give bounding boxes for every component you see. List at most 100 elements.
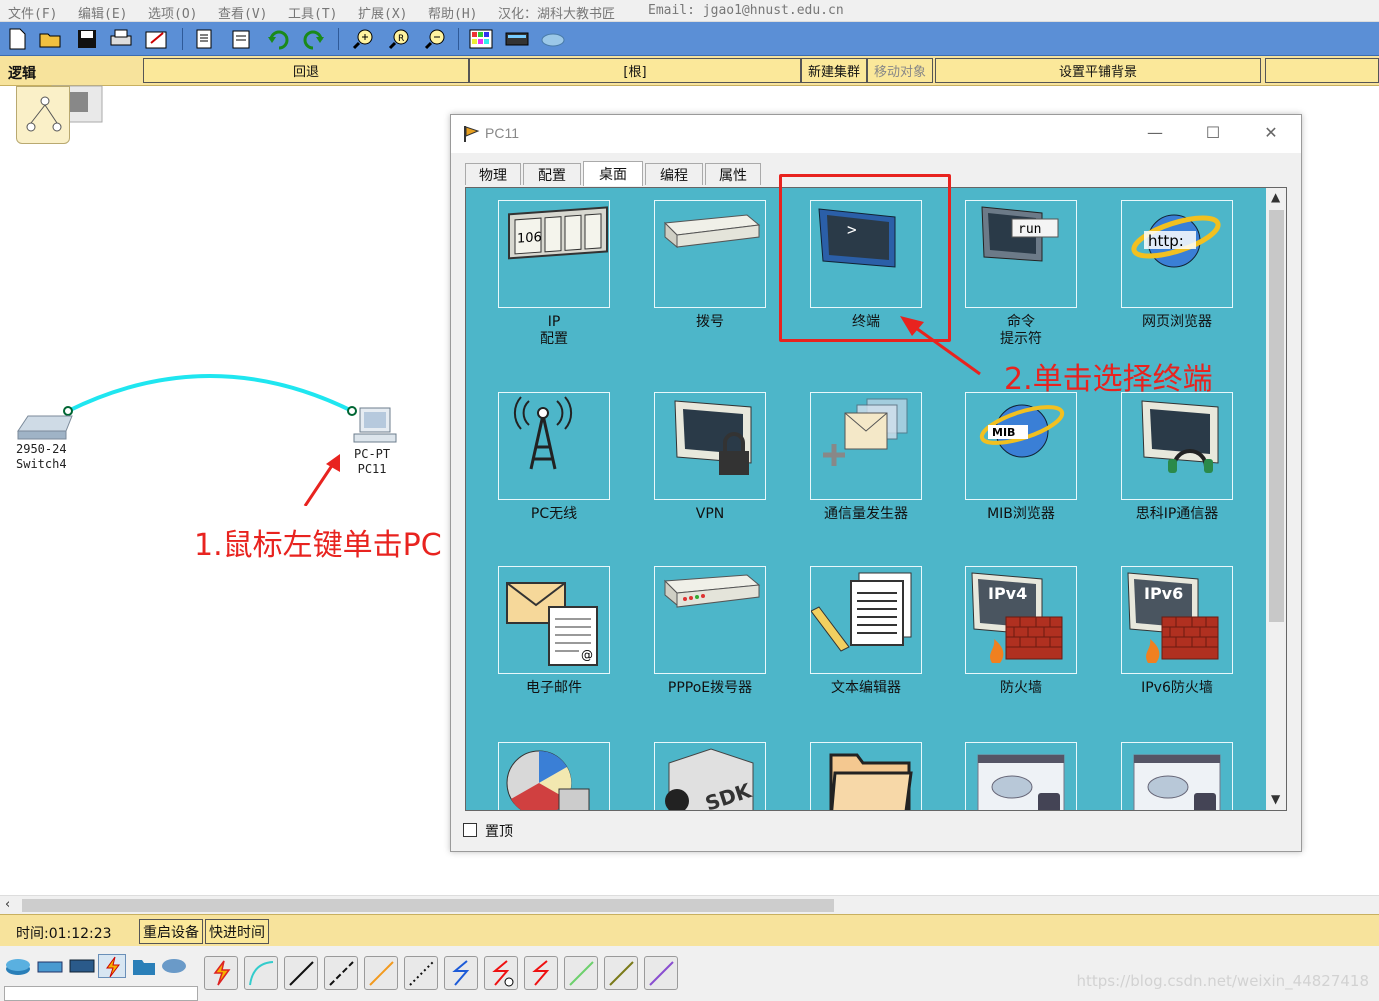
menu-localization-credit: 汉化：湖科大教书匠	[498, 7, 616, 22]
horizontal-scroll-thumb[interactable]	[22, 899, 834, 912]
end-devices-category-icon[interactable]	[130, 954, 158, 978]
tab-desktop[interactable]: 桌面	[583, 161, 643, 186]
zoom-reset-icon[interactable]: R	[386, 26, 412, 52]
connections-category-icon[interactable]	[98, 954, 126, 978]
window-titlebar[interactable]: PC11 — ☐ ✕	[451, 115, 1301, 153]
serial-dce-cable-icon[interactable]	[484, 956, 518, 990]
app-label: 拨号	[696, 314, 724, 330]
svg-text:MIB: MIB	[992, 426, 1015, 439]
device-type-list[interactable]	[4, 986, 198, 1001]
navigation-box[interactable]	[16, 86, 70, 144]
viewport-button[interactable]	[1265, 58, 1379, 83]
desktop-scroll-thumb[interactable]	[1269, 210, 1284, 622]
minimize-icon[interactable]: —	[1135, 123, 1175, 145]
menu-tools[interactable]: 工具(T)	[288, 3, 337, 22]
logic-mode-label[interactable]: 逻辑	[8, 63, 36, 83]
usb-cable-icon[interactable]	[644, 956, 678, 990]
set-background-button[interactable]: 设置平铺背景	[935, 58, 1261, 83]
ip-config-icon[interactable]: 106	[498, 200, 610, 308]
fast-forward-button[interactable]: 快进时间	[205, 919, 269, 944]
app-label: PPPoE拨号器	[667, 680, 753, 696]
auto-connection-icon[interactable]	[204, 956, 238, 990]
crossover-cable-icon[interactable]	[324, 956, 358, 990]
packet-tracer-icon	[461, 124, 481, 148]
always-on-top-checkbox[interactable]	[463, 823, 477, 837]
menu-file[interactable]: 文件(F)	[8, 3, 57, 22]
traffic-generator-icon[interactable]	[810, 392, 922, 500]
open-folder-icon[interactable]	[38, 26, 64, 52]
tab-physical[interactable]: 物理	[465, 163, 521, 185]
cloud-icon[interactable]	[540, 26, 566, 52]
scroll-up-icon[interactable]: ▲	[1271, 190, 1280, 204]
annotation-arrow-2	[915, 326, 981, 376]
zoom-out-icon[interactable]	[422, 26, 448, 52]
coaxial-cable-icon[interactable]	[444, 956, 478, 990]
activity-wizard-icon[interactable]	[144, 26, 170, 52]
file-manager-icon[interactable]	[810, 742, 922, 810]
vpn-icon[interactable]	[654, 392, 766, 500]
pc-wireless-icon[interactable]	[498, 392, 610, 500]
octal-cable-icon[interactable]	[564, 956, 598, 990]
menu-edit[interactable]: 编辑(E)	[78, 3, 127, 22]
hubs-category-icon[interactable]	[68, 954, 96, 978]
firewall-icon[interactable]: IPv4	[965, 566, 1077, 674]
tab-programming[interactable]: 编程	[645, 163, 703, 185]
iot-custom-cable-icon[interactable]	[604, 956, 638, 990]
routers-category-icon[interactable]	[4, 954, 32, 978]
horizontal-scrollbar[interactable]: ‹	[0, 895, 1379, 914]
serial-dte-cable-icon[interactable]	[524, 956, 558, 990]
cloud-app-icon[interactable]	[1121, 742, 1233, 810]
pppoe-dialer-icon[interactable]	[654, 566, 766, 674]
undo-icon[interactable]	[266, 26, 292, 52]
reset-devices-button[interactable]: 重启设备	[139, 919, 203, 944]
redo-icon[interactable]	[300, 26, 326, 52]
menu-view[interactable]: 查看(V)	[218, 3, 267, 22]
menu-extensions[interactable]: 扩展(X)	[358, 3, 407, 22]
switches-category-icon[interactable]	[36, 954, 64, 978]
wan-emulation-category-icon[interactable]	[160, 954, 188, 978]
cisco-ip-communicator-icon[interactable]	[1121, 392, 1233, 500]
email-icon[interactable]: @	[498, 566, 610, 674]
scroll-down-icon[interactable]: ▼	[1271, 792, 1280, 806]
sdk-icon[interactable]: SDK	[654, 742, 766, 810]
new-file-icon[interactable]	[4, 26, 30, 52]
paste-icon[interactable]	[228, 26, 254, 52]
menu-options[interactable]: 选项(O)	[148, 3, 197, 22]
desktop-vertical-scrollbar[interactable]: ▲ ▼	[1266, 188, 1286, 810]
switch-icon[interactable]	[17, 415, 73, 440]
pc-icon[interactable]	[353, 407, 397, 443]
ethernet-link[interactable]	[67, 374, 353, 413]
dialup-icon[interactable]	[654, 200, 766, 308]
menu-help[interactable]: 帮助(H)	[428, 3, 477, 22]
text-editor-icon[interactable]	[810, 566, 922, 674]
custom-device-icon[interactable]	[504, 26, 530, 52]
web-browser-icon[interactable]: http:	[1121, 200, 1233, 308]
maximize-icon[interactable]: ☐	[1193, 123, 1233, 145]
console-cable-icon[interactable]	[244, 956, 278, 990]
root-button[interactable]: [根]	[469, 58, 801, 83]
back-button[interactable]: 回退	[143, 58, 469, 83]
svg-text:R: R	[398, 34, 404, 44]
new-cluster-button[interactable]: 新建集群	[801, 58, 867, 83]
ipv6-firewall-icon[interactable]: IPv6	[1121, 566, 1233, 674]
straight-through-cable-icon[interactable]	[284, 956, 318, 990]
save-icon[interactable]	[74, 26, 100, 52]
scroll-left-icon[interactable]: ‹	[5, 897, 10, 912]
close-icon[interactable]: ✕	[1251, 123, 1291, 145]
phone-cable-icon[interactable]	[404, 956, 438, 990]
print-icon[interactable]	[108, 26, 134, 52]
app-label: VPN	[695, 506, 725, 522]
fiber-cable-icon[interactable]	[364, 956, 398, 990]
app-label: 防火墙	[1000, 680, 1042, 696]
iot-monitor-icon[interactable]	[965, 742, 1077, 810]
always-on-top-label[interactable]: 置顶	[485, 821, 513, 841]
zoom-in-icon[interactable]	[350, 26, 376, 52]
copy-icon[interactable]	[192, 26, 218, 52]
tab-config[interactable]: 配置	[523, 163, 581, 185]
palette-icon[interactable]	[468, 26, 494, 52]
move-object-button[interactable]: 移动对象	[867, 58, 933, 83]
mib-browser-icon[interactable]: MIB	[965, 392, 1077, 500]
netflow-collector-icon[interactable]	[498, 742, 610, 810]
command-prompt-icon[interactable]: run	[965, 200, 1077, 308]
tab-attributes[interactable]: 属性	[705, 163, 761, 185]
